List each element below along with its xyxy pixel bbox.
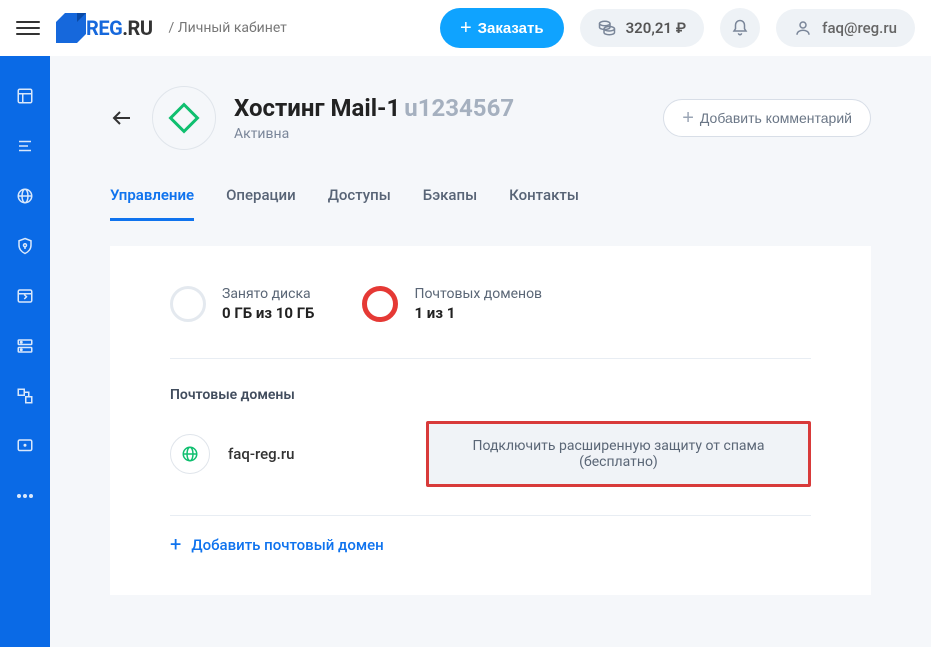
logo[interactable]: REG.RU (56, 13, 153, 43)
breadcrumb[interactable]: / Личный кабинет (169, 20, 287, 36)
disk-value: 0 ГБ из 10 ГБ (222, 304, 314, 322)
order-button[interactable]: Заказать (440, 8, 564, 48)
service-id: u1234567 (404, 94, 514, 122)
divider (170, 515, 811, 516)
sidebar-item-globe[interactable] (15, 186, 35, 206)
back-button[interactable] (110, 106, 134, 130)
balance-amount: 320,21 ₽ (626, 19, 687, 37)
arrow-left-icon (110, 106, 134, 130)
management-panel: Занято диска 0 ГБ из 10 ГБ Почтовых доме… (110, 246, 871, 595)
diamond-icon (168, 102, 199, 133)
add-mail-domain-button[interactable]: Добавить почтовый домен (170, 534, 811, 555)
stat-disk: Занято диска 0 ГБ из 10 ГБ (170, 286, 314, 322)
menu-toggle-icon[interactable] (16, 16, 40, 40)
sidebar-item-more[interactable] (15, 486, 35, 506)
sidebar-item-transfer[interactable] (15, 386, 35, 406)
domain-name[interactable]: faq-reg.ru (228, 445, 408, 463)
content-area: Хостинг Mail-1u1234567 Активна Добавить … (50, 56, 931, 647)
top-bar: REG.RU / Личный кабинет Заказать 320,21 … (0, 0, 931, 56)
stat-domains: Почтовых доменов 1 из 1 (362, 286, 542, 322)
user-menu[interactable]: faq@reg.ru (776, 9, 915, 47)
disk-gauge-icon (170, 286, 206, 322)
order-button-label: Заказать (478, 20, 544, 37)
disk-label: Занято диска (222, 286, 314, 302)
coins-icon (598, 19, 616, 37)
globe-icon (181, 445, 199, 463)
service-icon (152, 86, 216, 150)
divider (170, 358, 811, 359)
tab-access[interactable]: Доступы (328, 186, 391, 221)
plus-icon (682, 108, 694, 128)
user-icon (794, 19, 812, 37)
sidebar-item-shield[interactable] (15, 236, 35, 256)
tab-contacts[interactable]: Контакты (509, 186, 579, 221)
tab-management[interactable]: Управление (110, 186, 194, 221)
sidebar-item-window[interactable] (15, 286, 35, 306)
sidebar-item-monitor[interactable] (15, 436, 35, 456)
service-header: Хостинг Mail-1u1234567 Активна Добавить … (110, 86, 871, 150)
mail-domains-title: Почтовые домены (170, 387, 811, 403)
plus-icon (460, 18, 472, 38)
sidebar-item-server[interactable] (15, 336, 35, 356)
domains-gauge-icon (362, 286, 398, 322)
plus-icon (170, 534, 181, 555)
domain-icon (170, 434, 210, 474)
sidebar-item-list[interactable] (15, 136, 35, 156)
domains-value: 1 из 1 (414, 304, 542, 322)
enable-spam-protection-button[interactable]: Подключить расширенную защиту от спама (… (426, 421, 811, 487)
sidebar-item-dashboard[interactable] (15, 86, 35, 106)
tab-backups[interactable]: Бэкапы (423, 186, 477, 221)
domains-label: Почтовых доменов (414, 286, 542, 302)
add-comment-button[interactable]: Добавить комментарий (663, 99, 871, 137)
balance-pill[interactable]: 320,21 ₽ (580, 9, 705, 47)
add-mail-domain-label: Добавить почтовый домен (191, 536, 383, 554)
user-email: faq@reg.ru (822, 19, 897, 37)
add-comment-label: Добавить комментарий (700, 110, 852, 126)
tab-operations[interactable]: Операции (226, 186, 296, 221)
service-title: Хостинг Mail-1 (234, 94, 400, 122)
notifications-button[interactable] (720, 8, 760, 48)
tabs: Управление Операции Доступы Бэкапы Конта… (110, 186, 871, 222)
service-status: Активна (234, 126, 645, 142)
bell-icon (731, 19, 749, 37)
stats-row: Занято диска 0 ГБ из 10 ГБ Почтовых доме… (170, 286, 811, 322)
mail-domain-row: faq-reg.ru Подключить расширенную защиту… (170, 421, 811, 487)
sidebar (0, 56, 50, 647)
